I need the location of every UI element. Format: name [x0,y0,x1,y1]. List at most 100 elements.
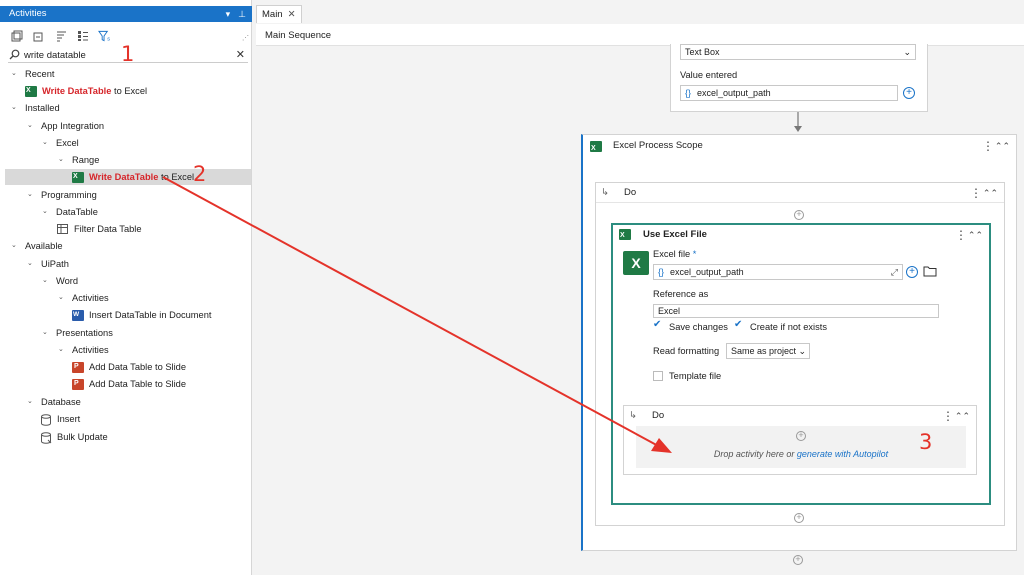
template-file-checkbox[interactable]: Template file [653,371,721,381]
expand-all-icon[interactable] [10,30,23,42]
tree-item-selected-write-datatable[interactable]: Write DataTable to Excel [5,169,251,185]
powerpoint-icon [72,359,84,375]
clear-search-icon[interactable]: ✕ [236,48,245,61]
tree-item-insert-datatable-document[interactable]: Insert DataTable in Document [72,307,211,323]
resize-grip-icon: ⋰ [242,35,249,42]
tree-label: Activities [72,293,109,303]
filter-icon[interactable]: s [98,30,111,42]
dropdown-icon[interactable]: ▾ [226,6,231,22]
tree-label: Insert [57,414,81,424]
tree-group-app-integration[interactable]: ⌄ App Integration [27,118,104,134]
tab-main[interactable]: Main ✕ [256,5,302,23]
designer-canvas[interactable]: Text Box ⌄ Value entered {} excel_output_… [256,44,1024,575]
tree-item-add-data-table-slide[interactable]: Add Data Table to Slide [72,376,186,392]
search-input[interactable]: write datatable [24,50,86,61]
excel-large-icon: X [623,251,649,275]
excel-process-scope-card[interactable]: Excel Process Scope ⋮ ⌃⌃ ↳ Do ⋮ ⌃⌃ + Use… [581,134,1017,551]
do-arrow-icon: ↳ [629,410,637,421]
tree-group-available[interactable]: ⌄ Available [11,238,63,254]
collapse-icon[interactable]: ⌃⌃ [955,406,970,426]
tree-item-add-data-table-slide[interactable]: Add Data Table to Slide [72,359,186,375]
tree-label: Programming [41,190,97,200]
tree-label: DataTable [56,207,98,217]
add-activity-icon[interactable]: + [796,431,806,441]
excel-icon [619,226,631,246]
more-options-icon[interactable]: ⋮ [970,183,982,203]
outer-do-header: ↳ Do ⋮ ⌃⌃ [596,183,1004,203]
tree-group-datatable[interactable]: ⌄ DataTable [42,204,98,220]
tree-group-excel[interactable]: ⌄ Excel [42,135,79,151]
reference-as-field[interactable]: Excel [653,304,939,318]
panel-toolbar: s ⋰ [10,28,249,44]
chevron-down-icon: ⌄ [903,47,911,57]
collapse-icon[interactable]: ⌃⌃ [983,183,998,203]
value-entered-field[interactable]: {} excel_output_path [680,85,898,101]
excel-icon [25,83,37,99]
excel-file-field[interactable]: {} excel_output_path ⤢ [653,264,903,280]
more-options-icon[interactable]: ⋮ [982,135,994,157]
tree-group-installed[interactable]: ⌄ Installed [11,100,60,116]
more-options-icon[interactable]: ⋮ [955,225,967,245]
database-icon [40,413,52,426]
use-excel-file-card[interactable]: Use Excel File ⋮ ⌃⌃ X Excel file * {} exc… [611,223,991,505]
list-view-icon[interactable] [76,30,89,42]
tree-group-word-activities[interactable]: ⌄ Activities [58,290,109,306]
add-variable-icon[interactable]: + [906,266,918,278]
drop-zone[interactable]: + Drop activity here or generate with Au… [636,426,966,468]
add-activity-icon[interactable]: + [793,555,803,565]
tree-group-programming[interactable]: ⌄ Programming [27,187,97,203]
tree-item-insert[interactable]: Insert [40,411,80,427]
tree-group-word[interactable]: ⌄ Word [42,273,78,289]
panel-title-bar: Activities ▾ ⊥ [0,6,252,22]
add-activity-icon[interactable]: + [794,513,804,523]
sort-icon[interactable] [54,30,67,42]
breadcrumb-label[interactable]: Main Sequence [265,30,331,41]
connector-arrow-icon [794,112,802,132]
add-variable-icon[interactable]: + [903,87,915,99]
tree-label: Range [72,155,100,165]
tree-group-uipath[interactable]: ⌄ UiPath [27,256,69,272]
drop-hint: Drop activity here or generate with Auto… [636,449,966,459]
excel-icon [590,138,602,160]
input-type-dropdown[interactable]: Text Box ⌄ [680,44,916,60]
expression-icon: {} [658,267,665,277]
reference-as-label: Reference as [653,289,709,299]
do-arrow-icon: ↳ [601,187,609,198]
tree-label-highlight: Write DataTable [42,86,112,96]
annotation-number-3: 3 [919,430,933,454]
tree-group-recent[interactable]: ⌄ Recent [11,66,54,82]
tree-item-bulk-update[interactable]: Bulk Update [40,429,108,445]
tree-group-range[interactable]: ⌄ Range [58,152,99,168]
tab-label: Main [262,9,283,20]
inner-do-card[interactable]: ↳ Do ⋮ ⌃⌃ + Drop activity here or genera… [623,405,977,475]
collapse-icon[interactable]: ⌃⌃ [968,225,983,245]
outer-do-card[interactable]: ↳ Do ⋮ ⌃⌃ + Use Excel File ⋮ ⌃⌃ X Excel … [595,182,1005,526]
folder-icon[interactable] [923,265,937,280]
read-formatting-dropdown[interactable]: Same as project ⌄ [726,343,810,359]
tree-label: to Excel [158,172,195,182]
add-activity-icon[interactable]: + [794,210,804,220]
pin-icon[interactable]: ⊥ [238,6,246,22]
tree-group-database[interactable]: ⌄ Database [27,394,81,410]
create-if-not-exists-checkbox[interactable]: Create if not exists [734,319,827,332]
chevron-down-icon: ⌄ [798,346,806,356]
tree-item-recent-write-datatable[interactable]: Write DataTable to Excel [25,83,147,99]
tree-group-presentations-activities[interactable]: ⌄ Activities [58,342,109,358]
expression-icon: {} [685,88,692,98]
tree-label: Insert DataTable in Document [89,310,212,320]
collapse-all-icon[interactable] [32,30,45,42]
tree-label: UiPath [41,259,69,269]
more-options-icon[interactable]: ⋮ [942,406,954,426]
close-tab-icon[interactable]: ✕ [288,9,296,20]
generate-with-autopilot-link[interactable]: generate with Autopilot [797,449,888,459]
tree-item-filter-data-table[interactable]: Filter Data Table [57,221,142,237]
tree-group-presentations[interactable]: ⌄ Presentations [42,325,113,341]
tree-label: Excel [56,138,79,148]
use-excel-header: Use Excel File ⋮ ⌃⌃ [613,225,989,246]
collapse-icon[interactable]: ⌃⌃ [995,135,1010,157]
expand-icon[interactable]: ⤢ [891,265,898,279]
checkmark-icon [653,319,663,332]
save-changes-checkbox[interactable]: Save changes [653,319,728,332]
svg-text:s: s [107,37,110,42]
tree-label: Word [56,276,79,286]
